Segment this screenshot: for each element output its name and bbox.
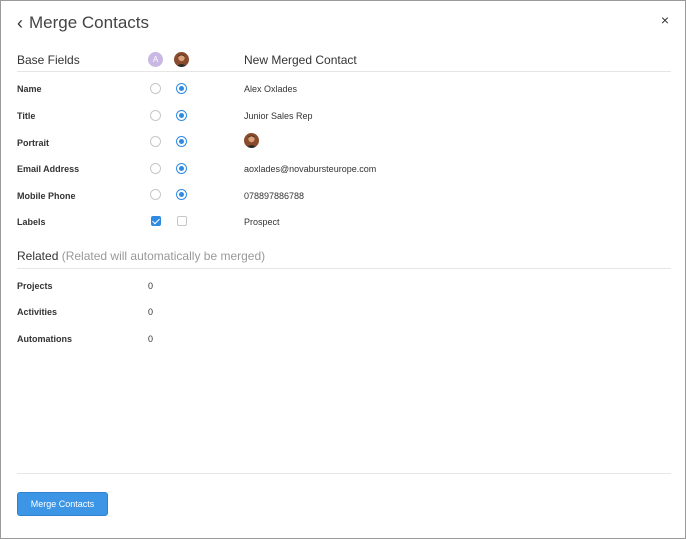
field-label-title: Title [17,111,36,121]
portrait-radio-contact-a[interactable] [150,136,161,147]
mobile-radio-contact-b[interactable] [176,189,187,200]
merge-contacts-dialog: ‹ Merge Contacts × Base Fields A New Mer… [0,0,686,539]
field-label-email: Email Address [17,164,80,174]
related-value-automations: 0 [148,334,154,344]
related-label-automations: Automations [17,334,72,344]
labels-checkbox-contact-b[interactable] [177,216,187,226]
name-radio-contact-b[interactable] [176,83,187,94]
portrait-photo-icon [174,52,189,67]
related-heading: Related (Related will automatically be m… [17,249,265,263]
divider [17,268,671,269]
name-radio-contact-a[interactable] [150,83,161,94]
contact-a-avatar: A [148,52,163,67]
base-fields-heading: Base Fields [17,53,80,67]
email-radio-contact-b[interactable] [176,163,187,174]
close-icon[interactable]: × [661,13,669,27]
title-radio-contact-a[interactable] [150,110,161,121]
field-label-name: Name [17,84,42,94]
related-label-projects: Projects [17,281,53,291]
title-radio-contact-b[interactable] [176,110,187,121]
page-title: Merge Contacts [29,13,149,32]
field-value-name: Alex Oxlades [244,84,298,94]
mobile-radio-contact-a[interactable] [150,189,161,200]
related-subtitle: (Related will automatically be merged) [61,249,266,263]
field-value-mobile: 078897886788 [244,191,305,201]
merged-portrait [244,133,259,148]
labels-checkbox-contact-a[interactable] [151,216,161,226]
field-value-labels: Prospect [244,217,280,227]
field-value-email: aoxlades@novabursteurope.com [244,164,377,174]
related-title: Related [17,249,59,263]
portrait-radio-contact-b[interactable] [176,136,187,147]
divider [17,71,671,72]
merged-contact-heading: New Merged Contact [244,53,357,67]
footer-divider [17,473,671,474]
field-label-portrait: Portrait [17,138,50,148]
related-label-activities: Activities [17,307,58,317]
merge-contacts-button[interactable]: Merge Contacts [17,492,108,516]
related-value-projects: 0 [148,281,154,291]
related-value-activities: 0 [148,307,154,317]
email-radio-contact-a[interactable] [150,163,161,174]
portrait-photo-icon [244,133,259,148]
field-label-mobile: Mobile Phone [17,191,76,201]
field-value-title: Junior Sales Rep [244,111,313,121]
back-chevron-icon[interactable]: ‹ [17,14,23,32]
contact-b-avatar [174,52,189,67]
dialog-header: ‹ Merge Contacts [17,11,149,35]
field-label-labels: Labels [17,217,46,227]
